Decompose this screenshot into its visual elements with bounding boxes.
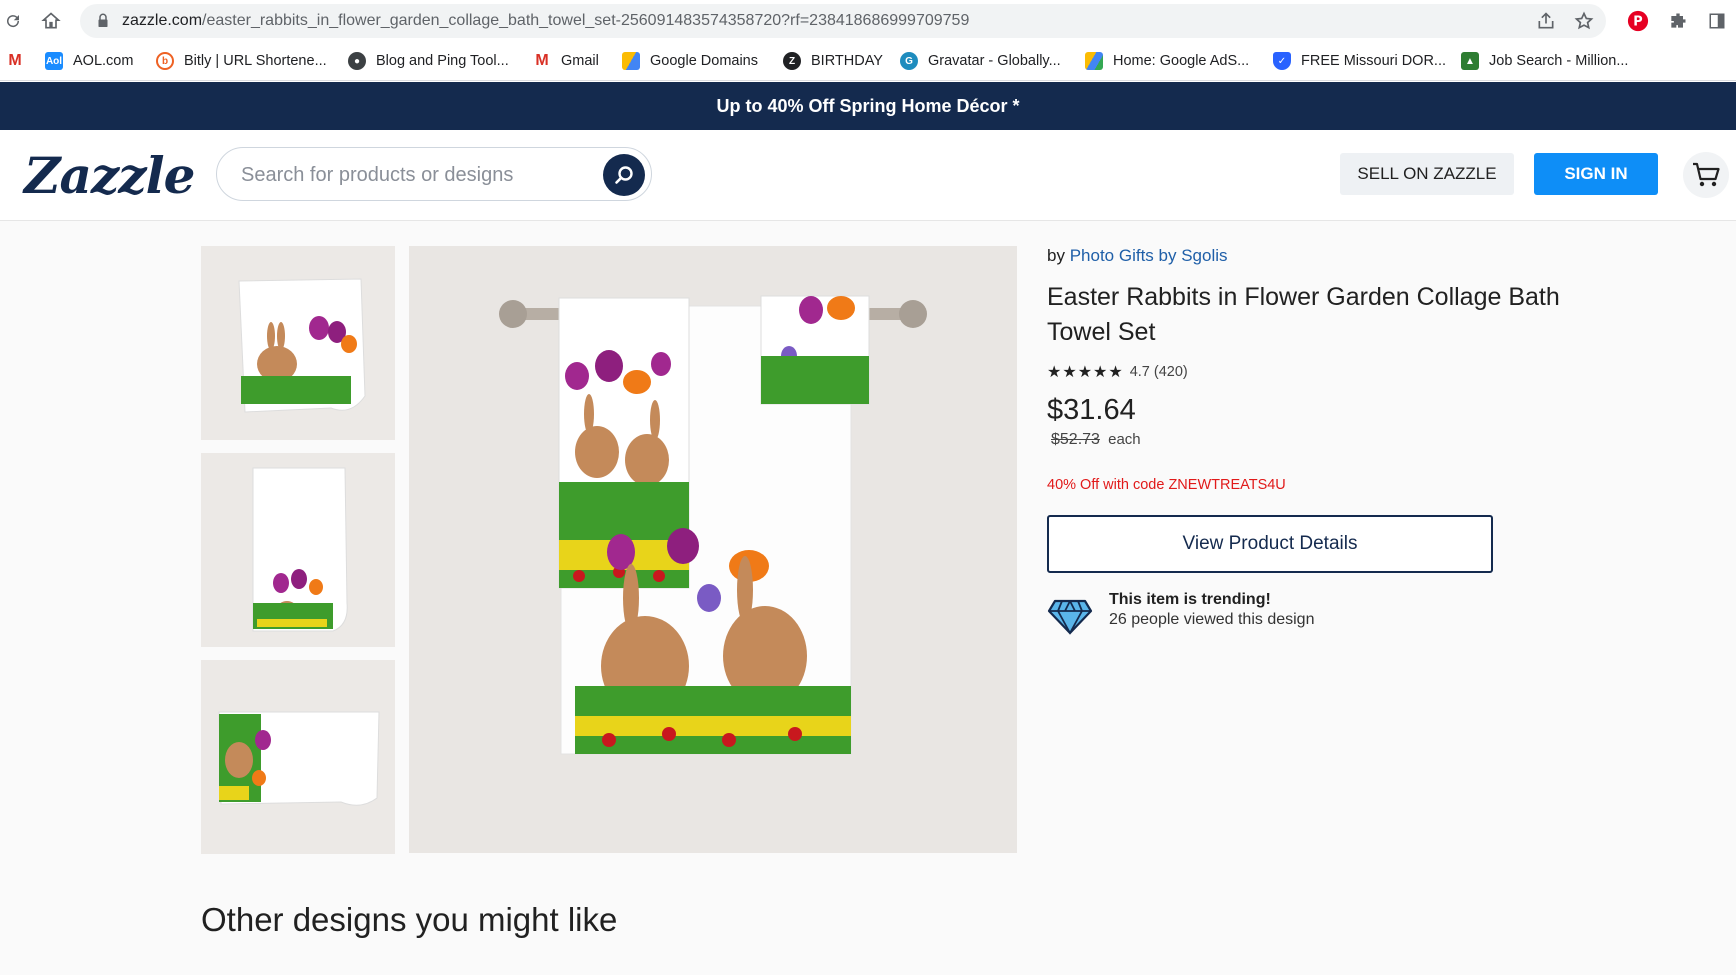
trending-subtitle: 26 people viewed this design (1109, 611, 1315, 628)
bookmark-google-ads[interactable]: Home: Google AdS... (1085, 51, 1249, 71)
product-rating[interactable]: ★★★★★ 4.7 (420) (1047, 362, 1687, 382)
search-button[interactable] (603, 154, 645, 196)
browser-toolbar: zazzle.com/easter_rabbits_in_flower_gard… (0, 0, 1736, 42)
birthday-icon: Z (783, 52, 801, 70)
bookmark-blog-ping[interactable]: ● Blog and Ping Tool... (348, 51, 509, 71)
site-header: Zazzle SELL ON ZAZZLE SIGN IN (0, 130, 1736, 221)
rating-text: 4.7 (420) (1129, 364, 1188, 380)
share-icon[interactable] (1536, 11, 1556, 31)
gmail-icon: M (8, 52, 22, 69)
product-info: by Photo Gifts by Sgolis Easter Rabbits … (1047, 246, 1687, 637)
diamond-icon (1047, 599, 1093, 635)
product-title: Easter Rabbits in Flower Garden Collage … (1047, 283, 1560, 346)
seller-link[interactable]: Photo Gifts by Sgolis (1070, 246, 1228, 265)
bookmark-bitly[interactable]: b Bitly | URL Shortene... (156, 51, 327, 71)
job-icon: ▲ (1461, 52, 1479, 70)
bookmark-gmail-m[interactable]: M (6, 51, 34, 71)
search-icon (615, 166, 633, 184)
product-thumbnail-3[interactable] (201, 660, 395, 854)
extensions-icon[interactable] (1667, 10, 1689, 32)
pinterest-icon[interactable]: P (1627, 10, 1649, 32)
price-unit: each (1108, 431, 1141, 448)
globe-icon: ● (348, 52, 366, 70)
product-price: $31.64 (1047, 394, 1136, 426)
original-price: $52.73 (1051, 431, 1100, 448)
address-bar[interactable]: zazzle.com/easter_rabbits_in_flower_gard… (80, 4, 1606, 38)
aol-icon: Aol (45, 52, 63, 70)
google-ads-icon (1085, 52, 1103, 70)
bookmark-aol[interactable]: Aol AOL.com (45, 51, 133, 71)
url-text: zazzle.com/easter_rabbits_in_flower_gard… (122, 12, 970, 29)
other-designs-heading: Other designs you might like (201, 901, 618, 938)
reload-icon[interactable] (2, 10, 24, 32)
gravatar-icon: G (900, 52, 918, 70)
google-domains-icon (622, 52, 640, 70)
zazzle-logo[interactable]: Zazzle (24, 146, 195, 205)
gmail-icon: M (535, 52, 549, 69)
original-price-line: $52.73 each (1047, 431, 1687, 449)
bitly-icon: b (156, 52, 174, 70)
promo-code-text: 40% Off with code ZNEWTREATS4U (1047, 477, 1286, 493)
home-icon[interactable] (40, 10, 62, 32)
towel-thumbnail-image (201, 660, 395, 854)
cart-icon (1693, 162, 1720, 187)
search-input[interactable] (239, 160, 583, 190)
sidebar-icon[interactable] (1706, 10, 1728, 32)
shield-icon: ✓ (1273, 52, 1291, 70)
bookmark-google-domains[interactable]: Google Domains (622, 51, 758, 71)
bookmark-missouri-dor[interactable]: ✓ FREE Missouri DOR... (1273, 51, 1446, 71)
towel-set-image (409, 246, 1017, 853)
seller-line: by Photo Gifts by Sgolis (1047, 246, 1228, 265)
sell-on-zazzle-button[interactable]: SELL ON ZAZZLE (1340, 153, 1514, 195)
product-thumbnail-1[interactable] (201, 246, 395, 440)
bookmarks-bar: M Aol AOL.com b Bitly | URL Shortene... ● B… (0, 42, 1736, 81)
bookmark-job-search[interactable]: ▲ Job Search - Million... (1461, 51, 1628, 71)
product-thumbnail-2[interactable] (201, 453, 395, 647)
bookmark-gravatar[interactable]: G Gravatar - Globally... (900, 51, 1061, 71)
sign-in-button[interactable]: SIGN IN (1534, 153, 1658, 195)
bookmark-gmail[interactable]: M Gmail (533, 51, 599, 71)
view-product-details-button[interactable]: View Product Details (1047, 515, 1493, 573)
trending-notice: This item is trending! 26 people viewed … (1047, 591, 1687, 637)
product-main-image[interactable] (409, 246, 1017, 853)
promo-banner-text: Up to 40% Off Spring Home Décor * (716, 95, 1020, 116)
product-page: by Photo Gifts by Sgolis Easter Rabbits … (0, 221, 1736, 975)
lock-icon (98, 13, 108, 27)
towel-thumbnail-image (201, 246, 395, 440)
towel-thumbnail-image (201, 453, 395, 647)
cart-button[interactable] (1683, 152, 1729, 198)
search-box (216, 147, 652, 201)
star-bookmark-icon[interactable] (1574, 11, 1594, 31)
svg-text:P: P (1633, 15, 1642, 30)
rating-stars-icon: ★★★★★ (1047, 364, 1124, 381)
promo-banner[interactable]: Up to 40% Off Spring Home Décor * (0, 82, 1736, 130)
trending-title: This item is trending! (1109, 591, 1271, 608)
bookmark-birthday[interactable]: Z BIRTHDAY (783, 51, 883, 71)
